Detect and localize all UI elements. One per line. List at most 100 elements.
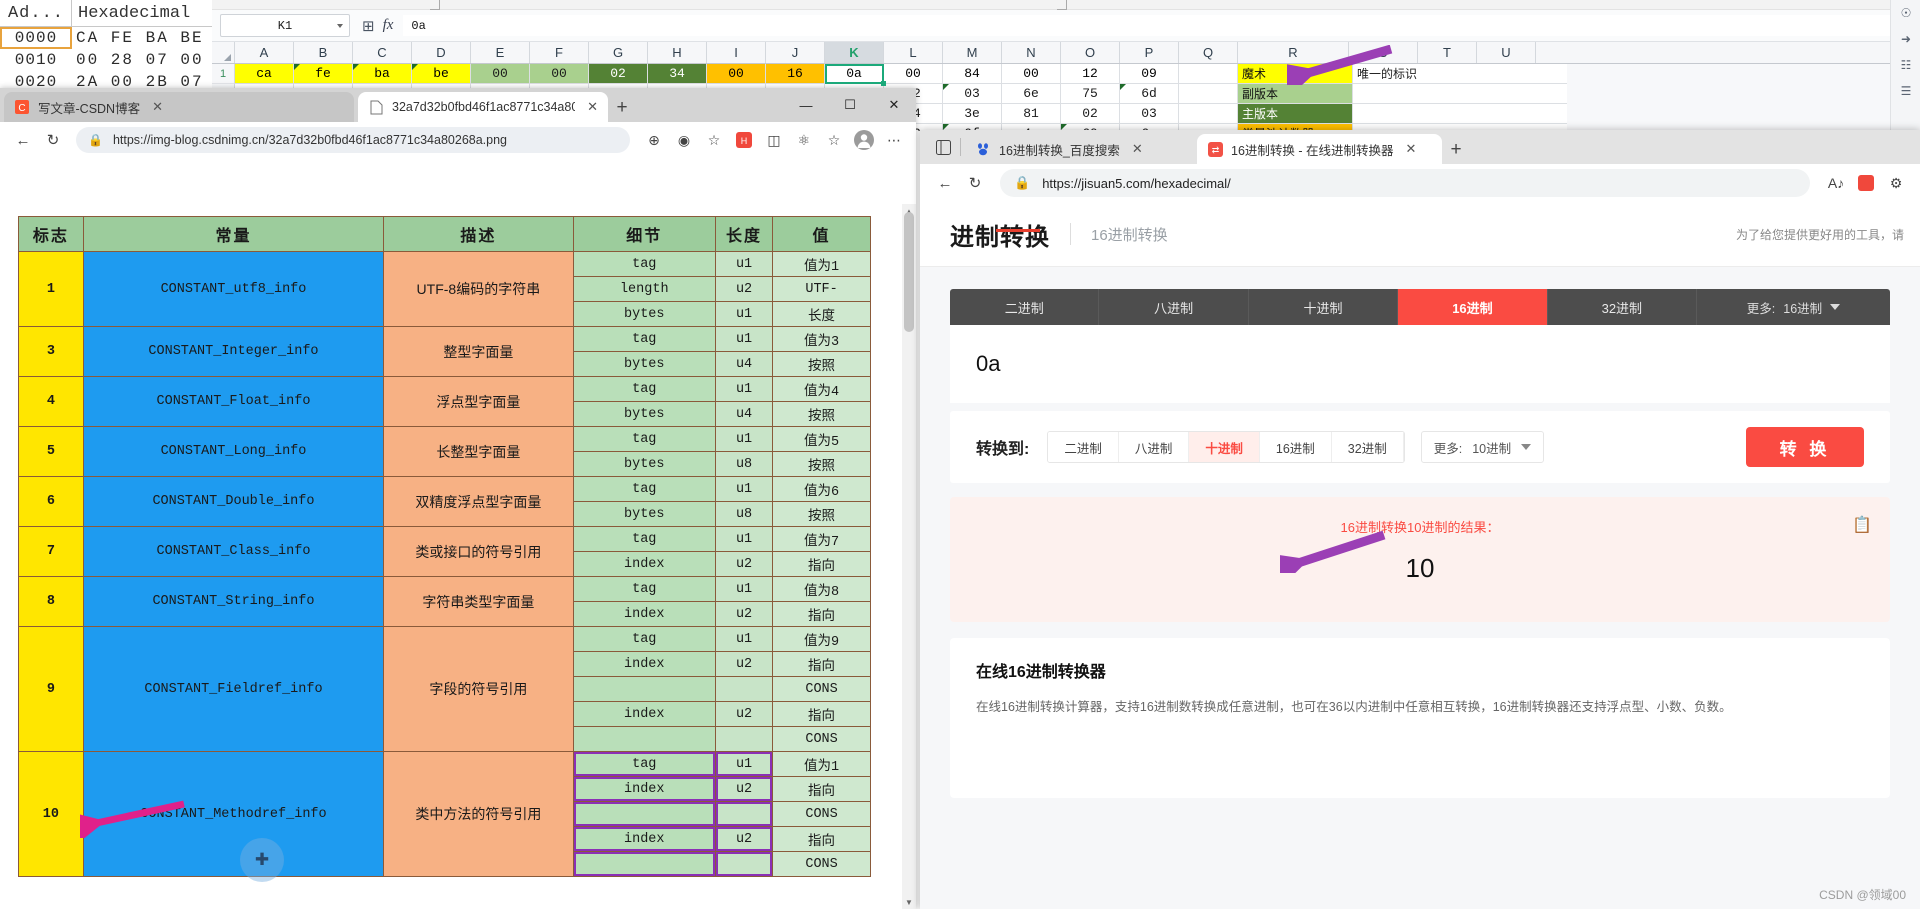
select-all-corner[interactable] <box>212 42 235 63</box>
sheet-cell-P02[interactable]: 6d <box>1120 84 1179 104</box>
column-header-B[interactable]: B <box>294 42 353 63</box>
copy-icon[interactable]: 📋 <box>1852 515 1872 535</box>
sheet-cell-K1[interactable]: 0a <box>825 64 886 86</box>
back-arrow-icon[interactable]: ← <box>930 168 960 198</box>
sheet-cell-J1[interactable]: 16 <box>766 64 825 84</box>
target-base-tab-1[interactable]: 八进制 <box>1118 432 1190 462</box>
sheet-cell-Q74[interactable] <box>1179 104 1238 124</box>
sheet-cell-O1[interactable]: 12 <box>1061 64 1120 84</box>
sheet-cell-D1[interactable]: be <box>412 64 471 84</box>
column-header-F[interactable]: F <box>530 42 589 63</box>
column-header-D[interactable]: D <box>412 42 471 63</box>
hex-row[interactable]: 0000 CA FE BA BE <box>0 27 212 49</box>
read-aloud-icon[interactable]: A♪ <box>1822 169 1850 197</box>
sheet-cell-H1[interactable]: 34 <box>648 64 707 84</box>
settings-icon[interactable]: ⚙ <box>1882 169 1910 197</box>
column-header-C[interactable]: C <box>353 42 412 63</box>
hex-row[interactable]: 0010 00 28 07 00 <box>0 49 212 71</box>
tab-sidebar-icon[interactable] <box>928 132 958 162</box>
back-arrow-icon[interactable]: ← <box>8 125 38 155</box>
sheet-cell-I1[interactable]: 00 <box>707 64 766 84</box>
target-base-tab-2[interactable]: 十进制 <box>1189 432 1260 462</box>
scroll-down-button[interactable]: ▼ <box>902 895 916 909</box>
maximize-button[interactable]: ☐ <box>828 88 872 122</box>
shield-icon[interactable]: ◉ <box>670 126 698 154</box>
favorite-icon[interactable]: ☆ <box>700 126 728 154</box>
column-header-T[interactable]: T <box>1418 42 1477 63</box>
table-icon[interactable]: ☷ <box>1891 52 1920 78</box>
source-base-tab-2[interactable]: 十进制 <box>1249 289 1399 325</box>
sheet-cell-B1[interactable]: fe <box>294 64 353 84</box>
sheet-cell-P1[interactable]: 09 <box>1120 64 1179 84</box>
close-button[interactable]: ✕ <box>872 88 916 122</box>
extension-red-icon[interactable]: H <box>730 126 758 154</box>
sheet-cell-M02[interactable]: 03 <box>943 84 1002 104</box>
source-base-tab-0[interactable]: 二进制 <box>950 289 1100 325</box>
column-header-M[interactable]: M <box>943 42 1002 63</box>
sheet-cell-M74[interactable]: 3e <box>943 104 1002 124</box>
reader-icon[interactable]: ⚛ <box>790 126 818 154</box>
column-header-P[interactable]: P <box>1120 42 1179 63</box>
site-logo[interactable]: 进制转换 <box>950 217 1050 252</box>
sheet-cell-E1[interactable]: 00 <box>471 64 530 84</box>
favorites-add-icon[interactable]: ☆ <box>820 126 848 154</box>
column-header-N[interactable]: N <box>1002 42 1061 63</box>
legend-cell[interactable]: 副版本 <box>1238 84 1353 104</box>
row-header[interactable]: 1 <box>212 64 235 84</box>
page-scrollbar[interactable]: ▲ ▼ <box>902 204 916 909</box>
column-header-E[interactable]: E <box>471 42 530 63</box>
legend-cell[interactable]: 魔术 <box>1238 64 1353 84</box>
column-header-U[interactable]: U <box>1477 42 1536 63</box>
name-box[interactable]: K1 <box>220 14 350 37</box>
column-header-S[interactable]: S <box>1349 42 1418 63</box>
close-icon[interactable]: ✕ <box>1132 141 1143 157</box>
column-header-H[interactable]: H <box>648 42 707 63</box>
browser1-tab-1[interactable]: 32a7d32b0fbd46f1ac8771c34a80 ✕ <box>358 92 608 122</box>
column-header-O[interactable]: O <box>1061 42 1120 63</box>
browser2-address-bar[interactable]: 🔒 https://jisuan5.com/hexadecimal/ <box>1000 169 1810 197</box>
sheet-cell-N1[interactable]: 00 <box>1002 64 1061 84</box>
scrollbar-thumb[interactable] <box>904 212 914 332</box>
browser1-tab-0[interactable]: C 写文章-CSDN博客 ✕ <box>4 92 354 122</box>
close-icon[interactable]: ✕ <box>1406 141 1417 157</box>
sheet-cell-A1[interactable]: ca <box>235 64 294 84</box>
sheet-cell-Q1[interactable] <box>1179 64 1238 84</box>
list-icon[interactable]: ☰ <box>1891 78 1920 104</box>
sheet-cell-F1[interactable]: 00 <box>530 64 589 84</box>
fx-icon[interactable]: fx <box>383 17 394 34</box>
target-base-tab-4[interactable]: 32进制 <box>1331 432 1404 462</box>
source-base-tab-1[interactable]: 八进制 <box>1099 289 1249 325</box>
close-icon[interactable]: ✕ <box>152 99 163 115</box>
new-tab-button[interactable]: + <box>1442 136 1470 164</box>
column-header-R[interactable]: R <box>1238 42 1349 63</box>
source-base-tab-4[interactable]: 32进制 <box>1548 289 1698 325</box>
sheet-cell-Q02[interactable] <box>1179 84 1238 104</box>
column-header-I[interactable]: I <box>707 42 766 63</box>
convert-button[interactable]: 转 换 <box>1746 427 1864 467</box>
sheet-cell-P74[interactable]: 03 <box>1120 104 1179 124</box>
reload-icon[interactable]: ↻ <box>38 125 68 155</box>
minimize-button[interactable]: — <box>784 88 828 122</box>
sheet-cell-M1[interactable]: 84 <box>943 64 1002 84</box>
browser2-tab-1[interactable]: ⇄ 16进制转换 - 在线进制转换器 ✕ <box>1197 134 1442 164</box>
column-header-L[interactable]: L <box>884 42 943 63</box>
chevron-down-icon[interactable] <box>337 23 343 28</box>
profile-icon[interactable] <box>850 126 878 154</box>
search-icon[interactable]: ⊞ <box>362 17 375 35</box>
legend-cell[interactable]: 主版本 <box>1238 104 1353 124</box>
target-base-tab-3[interactable]: 16进制 <box>1259 432 1332 462</box>
share-icon[interactable]: ☉ <box>1891 0 1920 26</box>
hex-input-field[interactable]: 0a <box>950 325 1890 403</box>
column-header-Q[interactable]: Q <box>1179 42 1238 63</box>
formula-input[interactable]: 0a <box>403 15 1920 36</box>
sheet-cell-O74[interactable]: 02 <box>1061 104 1120 124</box>
sheet-cell-O02[interactable]: 75 <box>1061 84 1120 104</box>
collections-icon[interactable]: ◫ <box>760 126 788 154</box>
column-header-J[interactable]: J <box>766 42 825 63</box>
browser2-tab-0[interactable]: 16进制转换_百度搜索 ✕ <box>965 134 1195 164</box>
sheet-cell-N02[interactable]: 6e <box>1002 84 1061 104</box>
sheet-cell-G1[interactable]: 02 <box>589 64 648 84</box>
favorite-icon[interactable] <box>1852 169 1880 197</box>
close-icon[interactable]: ✕ <box>587 99 598 115</box>
target-base-tab-0[interactable]: 二进制 <box>1048 432 1119 462</box>
